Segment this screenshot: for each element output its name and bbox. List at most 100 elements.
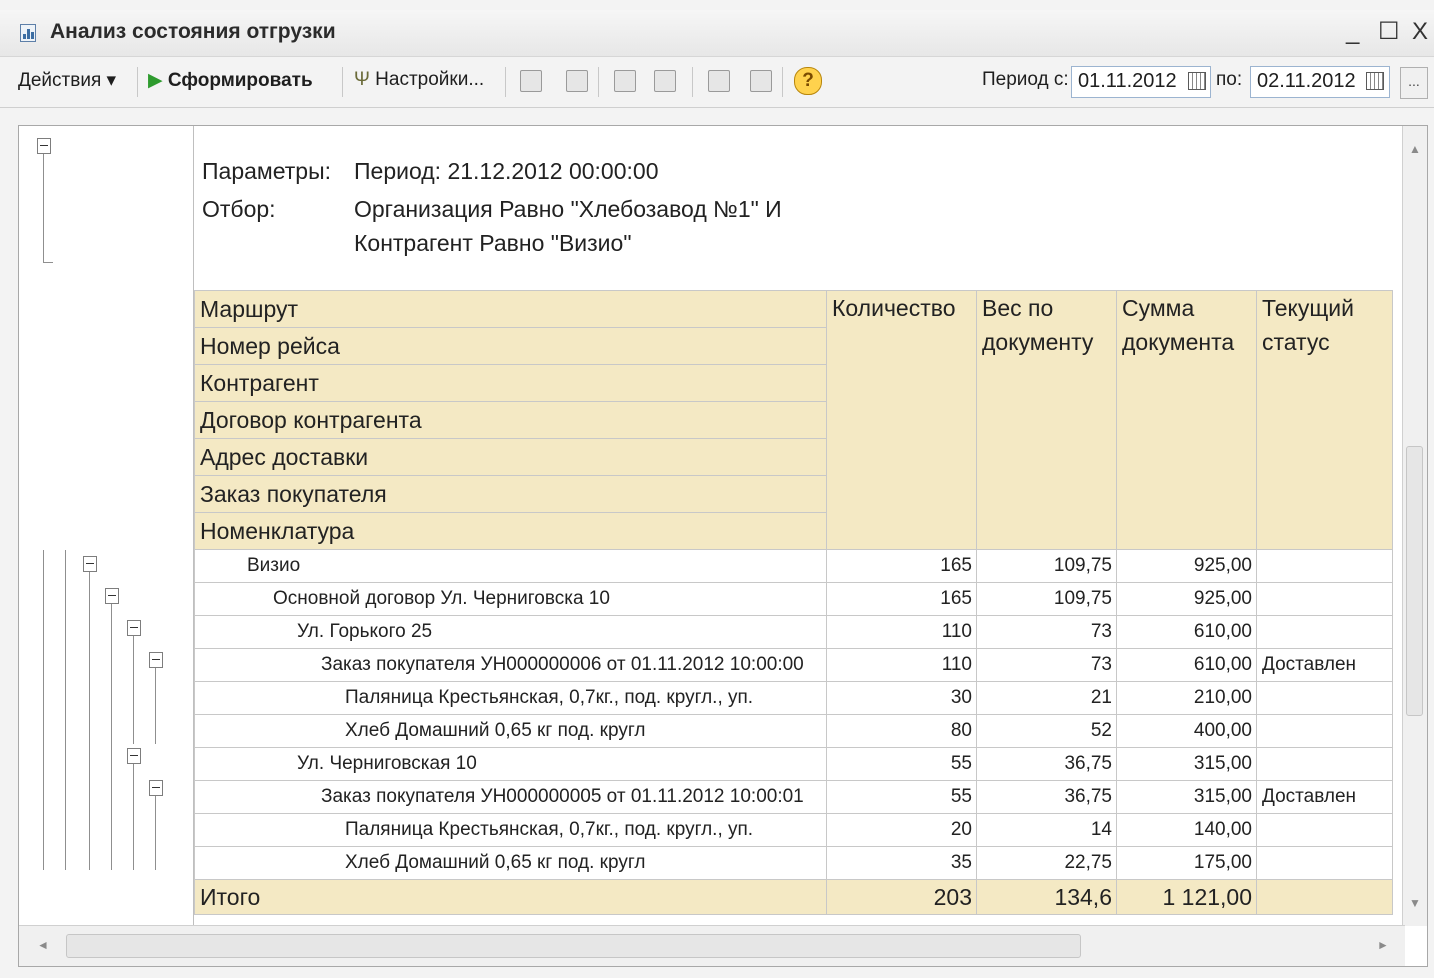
toolbar: Действия ▾ ▶ Сформировать Ψ Настройки...…: [0, 57, 1434, 108]
scroll-down-icon[interactable]: ▼: [1409, 896, 1421, 910]
table-row[interactable]: Основной договор Ул. Черниговска 10 165 10…: [194, 582, 1393, 616]
row-name-cell: Ул. Горького 25: [194, 615, 827, 649]
row-sum-cell: 210,00: [1116, 681, 1257, 715]
vertical-scrollbar[interactable]: ▲ ▼: [1402, 126, 1427, 926]
collapse-toggle-level1[interactable]: [83, 556, 97, 572]
row-name-cell: Ул. Черниговская 10: [194, 747, 827, 781]
header-weight: Вес по документу: [976, 290, 1117, 550]
row-sum-cell: 315,00: [1116, 747, 1257, 781]
collapse-toggle-level4b[interactable]: [149, 780, 163, 796]
params-label: Параметры:: [202, 158, 331, 184]
vertical-scroll-thumb[interactable]: [1406, 446, 1423, 716]
filter-line-2: Контрагент Равно "Визио": [354, 230, 632, 256]
row-weight-cell: 52: [976, 714, 1117, 748]
row-quantity-cell: 55: [826, 780, 977, 814]
row-quantity-cell: 20: [826, 813, 977, 847]
header-group-cell: Адрес доставки: [194, 438, 827, 476]
grouping-gutter: [19, 126, 194, 926]
row-status-cell: [1256, 813, 1393, 847]
row-name-cell: Основной договор Ул. Черниговска 10: [194, 582, 827, 616]
table-row[interactable]: Заказ покупателя УН000000005 от 01.11.20…: [194, 780, 1393, 814]
total-label: Итого: [194, 879, 827, 915]
row-sum-cell: 175,00: [1116, 846, 1257, 880]
collapse-toggle-level3[interactable]: [127, 620, 141, 636]
row-sum-cell: 400,00: [1116, 714, 1257, 748]
row-name-cell: Хлеб Домашний 0,65 кг под. кругл: [194, 846, 827, 880]
row-sum-cell: 315,00: [1116, 780, 1257, 814]
row-name-cell: Хлеб Домашний 0,65 кг под. кругл: [194, 714, 827, 748]
row-weight-cell: 36,75: [976, 780, 1117, 814]
horizontal-scrollbar[interactable]: ◄ ►: [19, 925, 1405, 966]
filter-line-1: Организация Равно "Хлебозавод №1" И: [354, 196, 782, 222]
row-weight-cell: 22,75: [976, 846, 1117, 880]
actions-menu[interactable]: Действия ▾: [18, 69, 116, 92]
report-window: Анализ состояния отгрузки _ ☐ X Действия…: [0, 0, 1434, 978]
calendar-icon[interactable]: [1188, 72, 1206, 90]
row-sum-cell: 925,00: [1116, 549, 1257, 583]
collapse-toggle-level3b[interactable]: [127, 748, 141, 764]
print-icon[interactable]: [520, 70, 542, 92]
table-row[interactable]: Паляница Крестьянская, 0,7кг., под. круг…: [194, 681, 1393, 715]
maximize-button[interactable]: ☐: [1378, 20, 1400, 44]
row-sum-cell: 610,00: [1116, 648, 1257, 682]
row-name-cell: Визио: [194, 549, 827, 583]
row-name-cell: Паляница Крестьянская, 0,7кг., под. круг…: [194, 813, 827, 847]
row-weight-cell: 21: [976, 681, 1117, 715]
table-row[interactable]: Ул. Черниговская 10 55 36,75 315,00: [194, 747, 1393, 781]
more-button[interactable]: ...: [1400, 67, 1428, 99]
minimize-button[interactable]: _: [1346, 20, 1359, 44]
help-icon[interactable]: ?: [794, 67, 822, 95]
settings-button[interactable]: Ψ Настройки...: [354, 69, 484, 91]
header-group-cell: Договор контрагента: [194, 401, 827, 439]
header-group-cell: Маршрут: [194, 290, 827, 328]
total-sum: 1 121,00: [1116, 879, 1257, 915]
row-status-cell: [1256, 747, 1393, 781]
table-row[interactable]: Паляница Крестьянская, 0,7кг., под. круг…: [194, 813, 1393, 847]
scroll-up-icon[interactable]: ▲: [1409, 142, 1421, 156]
save-icon[interactable]: [750, 70, 772, 92]
export-icon[interactable]: [708, 70, 730, 92]
chart-icon[interactable]: [566, 70, 588, 92]
collapse-toggle-params[interactable]: [37, 138, 51, 154]
scroll-left-icon[interactable]: ◄: [37, 938, 49, 952]
header-quantity: Количество: [826, 290, 977, 550]
generate-button[interactable]: ▶ Сформировать: [148, 69, 313, 92]
row-quantity-cell: 55: [826, 747, 977, 781]
period-to-label: по:: [1216, 69, 1243, 90]
collapse-toggle-level4[interactable]: [149, 652, 163, 668]
row-status-cell: [1256, 615, 1393, 649]
row-status-cell: [1256, 714, 1393, 748]
filter-icon[interactable]: [614, 70, 636, 92]
row-name-cell: Заказ покупателя УН000000006 от 01.11.20…: [194, 648, 827, 682]
close-button[interactable]: X: [1412, 20, 1428, 44]
filter-label: Отбор:: [202, 196, 276, 222]
collapse-toggle-level2[interactable]: [105, 588, 119, 604]
row-weight-cell: 36,75: [976, 747, 1117, 781]
scroll-right-icon[interactable]: ►: [1377, 938, 1389, 952]
row-status-cell: [1256, 582, 1393, 616]
row-sum-cell: 925,00: [1116, 582, 1257, 616]
header-group-cell: Номенклатура: [194, 512, 827, 550]
period-from-label: Период с:: [982, 69, 1069, 90]
table-row[interactable]: Ул. Горького 25 110 73 610,00: [194, 615, 1393, 649]
table-row[interactable]: Заказ покупателя УН000000006 от 01.11.20…: [194, 648, 1393, 682]
settings-label: Настройки...: [375, 69, 485, 90]
row-status-cell: [1256, 549, 1393, 583]
horizontal-scroll-thumb[interactable]: [66, 934, 1081, 958]
row-quantity-cell: 165: [826, 549, 977, 583]
header-group-cell: Заказ покупателя: [194, 475, 827, 513]
table-row[interactable]: Хлеб Домашний 0,65 кг под. кругл 35 22,75 1…: [194, 846, 1393, 880]
table-icon[interactable]: [654, 70, 676, 92]
row-weight-cell: 14: [976, 813, 1117, 847]
row-quantity-cell: 80: [826, 714, 977, 748]
row-weight-cell: 73: [976, 648, 1117, 682]
row-sum-cell: 140,00: [1116, 813, 1257, 847]
total-row: Итого 203 134,6 1 121,00: [194, 879, 1393, 915]
table-row[interactable]: Хлеб Домашний 0,65 кг под. кругл 80 52 400,…: [194, 714, 1393, 748]
row-status-cell: [1256, 846, 1393, 880]
calendar-icon[interactable]: [1366, 72, 1384, 90]
table-row[interactable]: Визио 165 109,75 925,00: [194, 549, 1393, 583]
row-status-cell: [1256, 681, 1393, 715]
row-quantity-cell: 110: [826, 648, 977, 682]
row-weight-cell: 73: [976, 615, 1117, 649]
